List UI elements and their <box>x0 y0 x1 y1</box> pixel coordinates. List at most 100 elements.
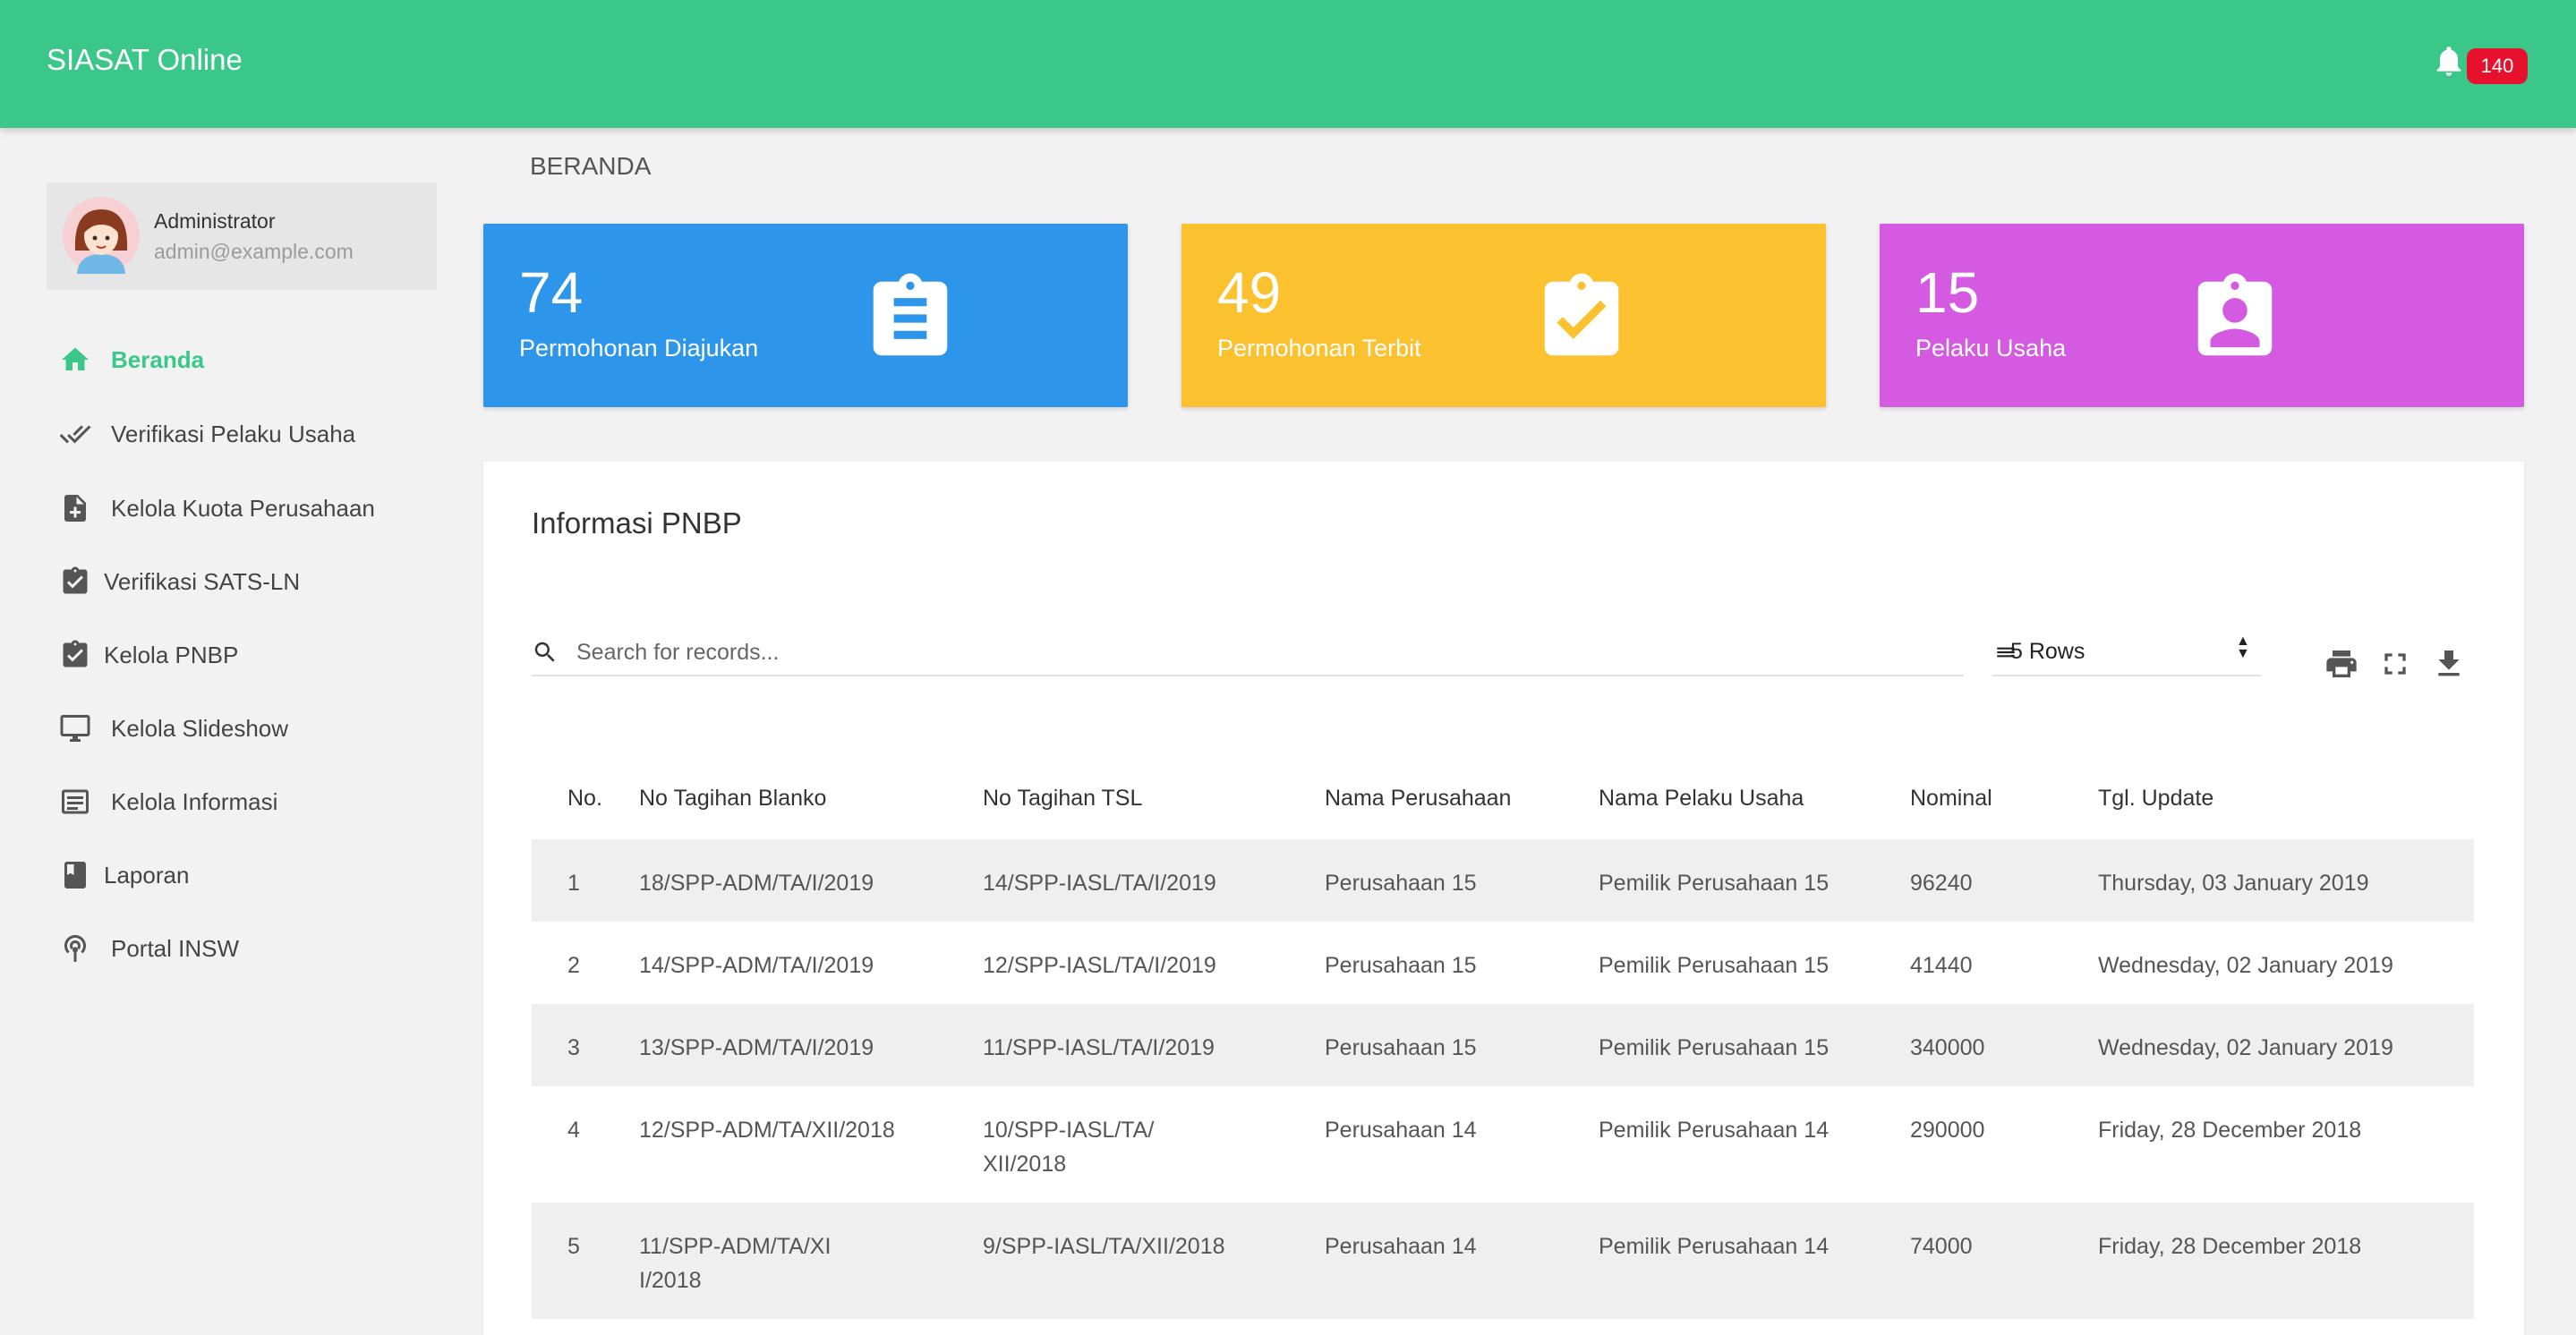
table-cell: Pemilik Perusahaan 15 <box>1599 871 1830 896</box>
table-cell: 290000 <box>1910 1118 1985 1143</box>
avatar[interactable] <box>63 197 140 274</box>
table-cell: 11/SPP-IASL/TA/I/2019 <box>983 1035 1215 1060</box>
sidebar-item-label: Kelola Kuota Perusahaan <box>111 494 375 522</box>
stat-card-permohonan-terbit[interactable]: 49 Permohonan Terbit <box>1181 224 1826 407</box>
table-cell: Perusahaan 15 <box>1325 871 1477 896</box>
stat-card-permohonan-diajukan[interactable]: 74 Permohonan Diajukan <box>483 224 1128 407</box>
home-icon <box>62 347 89 370</box>
print-icon[interactable] <box>2324 646 2359 682</box>
sidebar-item-label: Kelola Informasi <box>111 787 278 815</box>
monitor-icon <box>60 715 90 742</box>
sidebar-item-laporan[interactable]: Laporan <box>59 848 435 902</box>
sidebar-item-verifikasi-sats-ln[interactable]: Verifikasi SATS-LN <box>59 555 435 608</box>
table-cell: Friday, 28 December 2018 <box>2098 1118 2362 1143</box>
sidebar-item-kelola-kuota-perusahaan[interactable]: Kelola Kuota Perusahaan <box>59 481 435 535</box>
file-plus-icon <box>64 495 86 522</box>
sidebar-item-label: Laporan <box>104 861 190 889</box>
user-email: admin@example.com <box>154 240 354 263</box>
search-input[interactable] <box>576 635 1919 669</box>
bell-icon[interactable] <box>2431 41 2467 81</box>
table-cell: 5 <box>567 1234 580 1259</box>
stat-label: Permohonan Diajukan <box>519 335 759 361</box>
table-cell: Pemilik Perusahaan 14 <box>1599 1118 1830 1143</box>
table-cell: 9/SPP-IASL/TA/XII/2018 <box>983 1234 1225 1259</box>
table-cell: 18/SPP-ADM/TA/I/2019 <box>639 871 874 896</box>
notification-badge[interactable]: 140 <box>2467 48 2528 84</box>
clipboard-check-icon <box>1544 273 1619 356</box>
sidebar-item-label: Kelola Slideshow <box>111 714 289 742</box>
double-check-icon <box>59 425 91 444</box>
table-row[interactable]: 2 14/SPP-ADM/TA/I/2019 12/SPP-IASL/TA/I/… <box>532 922 2474 1004</box>
fullscreen-icon[interactable] <box>2377 646 2413 682</box>
sidebar-item-kelola-slideshow[interactable]: Kelola Slideshow <box>59 702 435 755</box>
table-cell: Wednesday, 02 January 2019 <box>2098 1035 2393 1060</box>
table-cell: 340000 <box>1910 1035 1985 1060</box>
table-cell: 41440 <box>1910 953 1973 978</box>
table-cell: 10/SPP-IASL/TA/XII/2018 <box>983 1118 1155 1177</box>
table-cell: 2 <box>567 953 580 978</box>
table-cell: Pemilik Perusahaan 15 <box>1599 1035 1830 1060</box>
table-cell: Pemilik Perusahaan 14 <box>1599 1234 1830 1259</box>
table-cell: 12/SPP-IASL/TA/I/2019 <box>983 953 1216 978</box>
column-header[interactable]: Tgl. Update <box>2098 757 2474 839</box>
table-cell: Thursday, 03 January 2019 <box>2098 871 2369 896</box>
column-header[interactable]: No Tagihan Blanko <box>639 757 983 839</box>
table-cell: Perusahaan 15 <box>1325 1035 1477 1060</box>
table-cell: 13/SPP-ADM/TA/I/2019 <box>639 1035 874 1060</box>
stat-label: Pelaku Usaha <box>1915 335 2067 361</box>
table-row[interactable]: 3 13/SPP-ADM/TA/I/2019 11/SPP-IASL/TA/I/… <box>532 1004 2474 1086</box>
top-app-bar: SIASAT Online 140 <box>0 0 2576 128</box>
sidebar-item-kelola-informasi[interactable]: Kelola Informasi <box>59 775 435 829</box>
table-cell: 11/SPP-ADM/TA/XII/2018 <box>639 1234 832 1293</box>
stat-value: 15 <box>1915 260 1980 325</box>
search-bar <box>532 632 1964 676</box>
column-header[interactable]: Nama Pelaku Usaha <box>1599 757 1910 839</box>
sidebar-item-label: Beranda <box>111 345 205 373</box>
table-cell: Perusahaan 14 <box>1325 1234 1477 1259</box>
app-title[interactable]: SIASAT Online <box>47 43 243 77</box>
table-cell: Wednesday, 02 January 2019 <box>2098 953 2393 978</box>
pnbp-table: No. No Tagihan Blanko No Tagihan TSL Nam… <box>532 757 2474 1319</box>
table-cell: 12/SPP-ADM/TA/XII/2018 <box>639 1118 895 1143</box>
rows-select-value: 5 Rows <box>2010 639 2086 664</box>
book-icon <box>64 862 86 889</box>
table-cell: 4 <box>567 1118 580 1143</box>
search-icon <box>534 642 555 662</box>
list-box-icon <box>62 789 89 814</box>
pnbp-panel: Informasi PNBP 5 Rows ▲▼ No. No Tagihan … <box>483 462 2524 1335</box>
stat-value: 49 <box>1217 260 1282 325</box>
download-icon[interactable] <box>2431 646 2467 682</box>
sidebar-item-label: Kelola PNBP <box>104 641 239 668</box>
user-card: Administrator admin@example.com <box>47 183 437 290</box>
stat-card-pelaku-usaha[interactable]: 15 Pelaku Usaha <box>1880 224 2524 407</box>
column-header[interactable]: Nama Perusahaan <box>1325 757 1599 839</box>
page-title: BERANDA <box>530 152 652 180</box>
table-row[interactable]: 4 12/SPP-ADM/TA/XII/2018 10/SPP-IASL/TA/… <box>532 1086 2474 1203</box>
table-cell: 14/SPP-ADM/TA/I/2019 <box>639 953 874 978</box>
sidebar-item-label: Verifikasi SATS-LN <box>104 567 301 595</box>
user-name: Administrator <box>154 209 276 233</box>
table-cell: 14/SPP-IASL/TA/I/2019 <box>983 871 1216 896</box>
sidebar-item-portal-insw[interactable]: Portal INSW <box>59 922 435 975</box>
sidebar-item-beranda[interactable]: Beranda <box>59 333 435 387</box>
rows-per-page-select[interactable]: 5 Rows ▲ ▼ <box>1992 632 2261 676</box>
clipboard-list-icon <box>873 273 948 356</box>
table-row[interactable]: 5 11/SPP-ADM/TA/XII/2018 9/SPP-IASL/TA/X… <box>532 1203 2474 1319</box>
table-row[interactable]: 1 18/SPP-ADM/TA/I/2019 14/SPP-IASL/TA/I/… <box>532 839 2474 922</box>
table-cell: Friday, 28 December 2018 <box>2098 1234 2362 1259</box>
column-header[interactable]: No Tagihan TSL <box>983 757 1325 839</box>
table-cell: Pemilik Perusahaan 15 <box>1599 953 1830 978</box>
sidebar-item-label: Portal INSW <box>111 934 240 962</box>
sidebar-item-verifikasi-pelaku-usaha[interactable]: Verifikasi Pelaku Usaha <box>59 407 435 461</box>
stat-label: Permohonan Terbit <box>1217 335 1421 361</box>
table-cell: Perusahaan 15 <box>1325 953 1477 978</box>
column-header[interactable]: Nominal <box>1910 757 2098 839</box>
table-cell: 1 <box>567 871 580 896</box>
select-arrows-icon: ▲ ▼ <box>2236 633 2250 661</box>
column-header[interactable]: No. <box>532 757 639 839</box>
table-header-row: No. No Tagihan Blanko No Tagihan TSL Nam… <box>532 757 2474 839</box>
antenna-icon <box>64 935 86 962</box>
table-cell: Perusahaan 14 <box>1325 1118 1477 1143</box>
clipboard-check-icon <box>63 640 88 668</box>
sidebar-item-kelola-pnbp[interactable]: Kelola PNBP <box>59 628 435 682</box>
